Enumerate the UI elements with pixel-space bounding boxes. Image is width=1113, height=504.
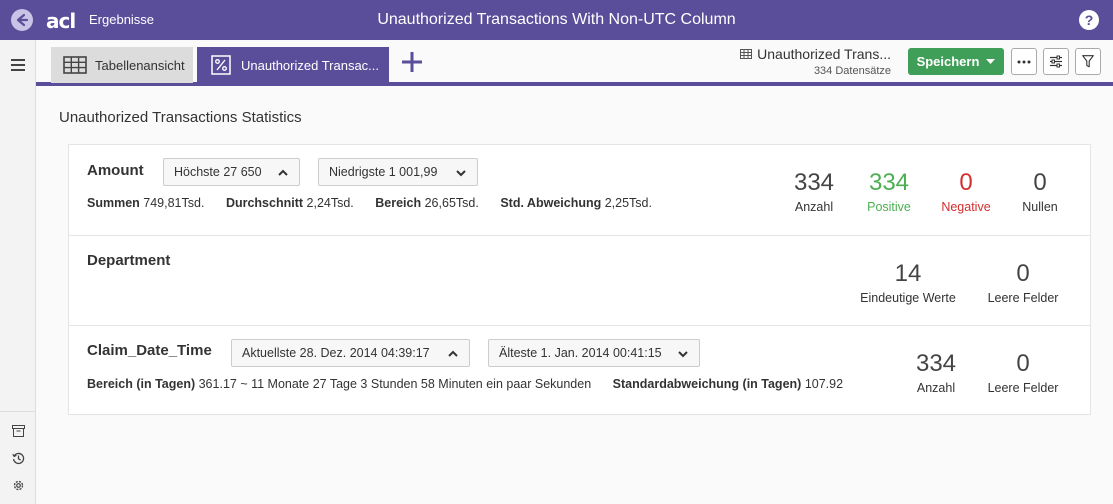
chevron-down-icon bbox=[456, 170, 466, 177]
add-tab-button[interactable] bbox=[400, 50, 424, 74]
stat-label: Bereich bbox=[375, 196, 422, 210]
help-icon: ? bbox=[1084, 12, 1094, 28]
metric-label: Eindeutige Werte bbox=[860, 291, 956, 305]
metric-empty-fields: 0 Leere Felder bbox=[983, 350, 1063, 395]
left-rail bbox=[0, 40, 36, 504]
metric-label: Nullen bbox=[1022, 200, 1058, 214]
archive-icon bbox=[11, 425, 25, 437]
tab-table-view[interactable]: Tabellenansicht bbox=[51, 47, 193, 83]
stat-label: Standardabweichung (in Tagen) bbox=[612, 377, 802, 391]
back-button[interactable] bbox=[11, 9, 33, 31]
chevron-up-icon bbox=[278, 169, 288, 176]
stat-value: 107.92 bbox=[804, 377, 844, 391]
save-button[interactable]: Speichern bbox=[908, 48, 1004, 75]
funnel-icon bbox=[1082, 55, 1094, 68]
dropdown-label: Älteste 1. Jan. 2014 00:41:15 bbox=[499, 346, 662, 360]
metric-value: 0 bbox=[1016, 350, 1030, 377]
metric-value: 334 bbox=[868, 169, 910, 196]
most-recent-dropdown[interactable]: Aktuellste 28. Dez. 2014 04:39:17 bbox=[231, 339, 470, 367]
stat-value: 749,81Tsd. bbox=[143, 196, 205, 210]
history-button[interactable] bbox=[9, 449, 27, 467]
stat-label: Bereich (in Tagen) bbox=[87, 377, 196, 391]
stat-label: Std. Abweichung bbox=[500, 196, 602, 210]
metric-negative: 0 Negative bbox=[931, 169, 1001, 214]
metric-label: Leere Felder bbox=[987, 381, 1059, 395]
field-name: Department bbox=[87, 252, 171, 269]
chevron-up-icon bbox=[448, 350, 458, 357]
breadcrumb[interactable]: Ergebnisse bbox=[89, 12, 154, 27]
table-small-icon bbox=[740, 49, 753, 59]
metric-label: Leere Felder bbox=[987, 291, 1059, 305]
tab-bar: Tabellenansicht Unauthorized Transac... bbox=[36, 40, 1113, 86]
gear-icon bbox=[13, 480, 23, 490]
stat-value: 2,25Tsd. bbox=[604, 196, 652, 210]
statistics-heading: Unauthorized Transactions Statistics bbox=[59, 109, 302, 126]
metric-unique-values: 14 Eindeutige Werte bbox=[853, 260, 963, 305]
caret-down-icon bbox=[986, 58, 996, 64]
rail-divider bbox=[0, 411, 36, 412]
stat-value: 26,65Tsd. bbox=[424, 196, 479, 210]
dataset-info: Unauthorized Trans... 334 Datensätze bbox=[740, 46, 891, 77]
field-name: Amount bbox=[87, 162, 144, 179]
sliders-icon bbox=[1050, 55, 1062, 68]
metric-zeros: 0 Nullen bbox=[1005, 169, 1075, 214]
metric-count: 334 Anzahl bbox=[901, 350, 971, 395]
metric-value: 14 bbox=[894, 260, 922, 287]
stat-label: Durchschnitt bbox=[225, 196, 304, 210]
highest-values-dropdown[interactable]: Höchste 27 650 bbox=[163, 158, 300, 186]
menu-button[interactable] bbox=[9, 56, 27, 74]
summary-stats: Summen 749,81Tsd. Durchschnitt 2,24Tsd. … bbox=[87, 196, 652, 210]
field-row-claim-date-time: Claim_Date_Time Aktuellste 28. Dez. 2014… bbox=[69, 325, 1090, 415]
percent-icon bbox=[209, 55, 233, 75]
field-name: Claim_Date_Time bbox=[87, 342, 212, 359]
archive-button[interactable] bbox=[9, 422, 27, 440]
chevron-down-icon bbox=[678, 351, 688, 358]
history-icon bbox=[11, 452, 24, 464]
save-label: Speichern bbox=[916, 54, 980, 69]
metric-value: 0 bbox=[1033, 169, 1047, 196]
top-bar: acl Ergebnisse Unauthorized Transactions… bbox=[0, 0, 1113, 40]
plus-icon bbox=[402, 52, 422, 72]
metric-label: Positive bbox=[867, 200, 911, 214]
dropdown-label: Niedrigste 1 001,99 bbox=[329, 165, 438, 179]
stat-value: 361.17 ~ 11 Monate 27 Tage 3 Stunden 58 … bbox=[198, 377, 592, 391]
table-icon bbox=[63, 55, 87, 75]
dropdown-label: Aktuellste 28. Dez. 2014 04:39:17 bbox=[242, 346, 430, 360]
field-row-amount: Amount Höchste 27 650 Niedrigste 1 001,9… bbox=[69, 145, 1090, 235]
arrow-left-icon bbox=[16, 13, 29, 27]
metric-value: 334 bbox=[915, 350, 957, 377]
metric-value: 0 bbox=[1016, 260, 1030, 287]
tab-label: Unauthorized Transac... bbox=[241, 57, 380, 73]
tab-label: Tabellenansicht bbox=[95, 57, 185, 73]
statistics-card: Amount Höchste 27 650 Niedrigste 1 001,9… bbox=[68, 144, 1091, 415]
date-stats: Bereich (in Tagen) 361.17 ~ 11 Monate 27… bbox=[87, 377, 843, 391]
ellipsis-icon bbox=[1017, 60, 1031, 63]
stat-label: Summen bbox=[87, 196, 140, 210]
tab-statistics[interactable]: Unauthorized Transac... bbox=[197, 47, 389, 83]
metric-value: 0 bbox=[959, 169, 973, 196]
metric-positive: 334 Positive bbox=[854, 169, 924, 214]
dataset-name: Unauthorized Trans... bbox=[757, 46, 891, 62]
settings-button[interactable] bbox=[9, 476, 27, 494]
record-count: 334 Datensätze bbox=[813, 65, 891, 77]
hamburger-icon bbox=[11, 59, 25, 71]
field-row-department: Department 14 Eindeutige Werte 0 Leere F… bbox=[69, 235, 1090, 325]
oldest-dropdown[interactable]: Älteste 1. Jan. 2014 00:41:15 bbox=[488, 339, 700, 367]
metric-value: 334 bbox=[793, 169, 835, 196]
stat-value: 2,24Tsd. bbox=[306, 196, 354, 210]
dropdown-label: Höchste 27 650 bbox=[174, 165, 262, 179]
lowest-values-dropdown[interactable]: Niedrigste 1 001,99 bbox=[318, 158, 478, 186]
more-options-button[interactable] bbox=[1011, 48, 1037, 75]
page-title: Unauthorized Transactions With Non-UTC C… bbox=[377, 11, 736, 28]
acl-logo: acl bbox=[46, 9, 76, 33]
metric-count: 334 Anzahl bbox=[779, 169, 849, 214]
metric-label: Negative bbox=[941, 200, 991, 214]
metric-label: Anzahl bbox=[916, 381, 956, 395]
metric-empty-fields: 0 Leere Felder bbox=[983, 260, 1063, 305]
metric-label: Anzahl bbox=[794, 200, 834, 214]
configure-button[interactable] bbox=[1043, 48, 1069, 75]
help-button[interactable]: ? bbox=[1079, 10, 1099, 30]
filter-button[interactable] bbox=[1075, 48, 1101, 75]
